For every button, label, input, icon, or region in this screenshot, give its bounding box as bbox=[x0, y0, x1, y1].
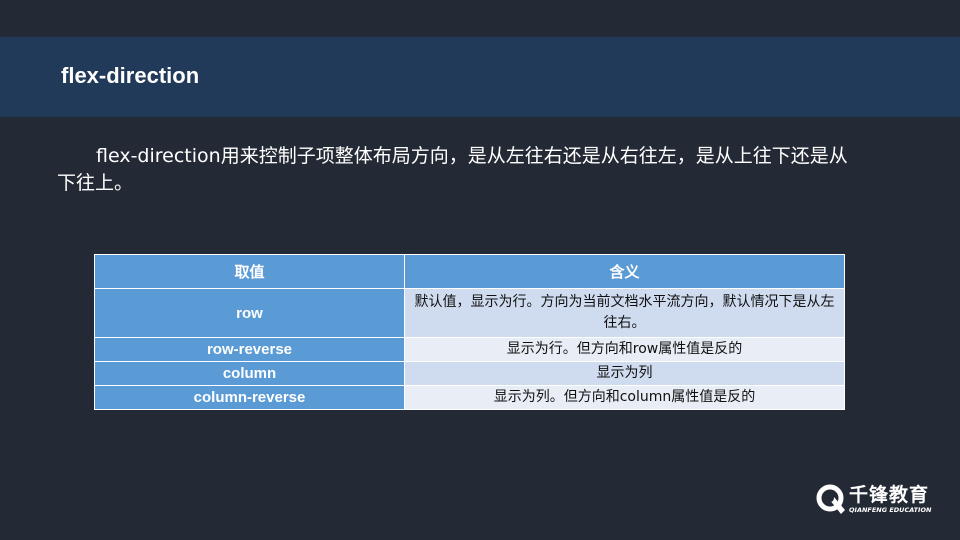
qianfeng-logo: 千锋教育 QIANFENG EDUCATION bbox=[815, 483, 940, 517]
table-header-row: 取值 含义 bbox=[94, 254, 845, 289]
slide-title: flex-direction bbox=[61, 63, 200, 88]
table-row: row-reverse 显示为行。但方向和row属性值是反的 bbox=[94, 337, 845, 362]
row-meaning: 显示为行。但方向和row属性值是反的 bbox=[404, 337, 845, 362]
logo-name-en: QIANFENG EDUCATION bbox=[849, 506, 932, 514]
qianfeng-logo-icon bbox=[816, 484, 845, 514]
logo-name-cn: 千锋教育 bbox=[849, 484, 930, 506]
property-table-container: 取值 含义 row 默认值，显示为行。方向为当前文档水平流方向，默认情况下是从左… bbox=[94, 254, 845, 410]
row-value: row bbox=[94, 288, 405, 338]
header-meaning: 含义 bbox=[404, 254, 845, 289]
property-table: 取值 含义 row 默认值，显示为行。方向为当前文档水平流方向，默认情况下是从左… bbox=[94, 254, 845, 410]
slide-description: flex-direction用来控制子项整体布局方向，是从左往右还是从右往左，是… bbox=[57, 145, 848, 194]
row-meaning: 默认值，显示为行。方向为当前文档水平流方向，默认情况下是从左往右。 bbox=[404, 288, 845, 338]
row-value: column-reverse bbox=[94, 385, 405, 410]
row-value: column bbox=[94, 361, 405, 386]
table-row: column-reverse 显示为列。但方向和column属性值是反的 bbox=[94, 385, 845, 410]
table-row: row 默认值，显示为行。方向为当前文档水平流方向，默认情况下是从左往右。 bbox=[94, 288, 845, 338]
table-row: column 显示为列 bbox=[94, 361, 845, 386]
row-meaning: 显示为列。但方向和column属性值是反的 bbox=[404, 385, 845, 410]
row-meaning: 显示为列 bbox=[404, 361, 845, 386]
header-value: 取值 bbox=[94, 254, 405, 289]
row-value: row-reverse bbox=[94, 337, 405, 362]
